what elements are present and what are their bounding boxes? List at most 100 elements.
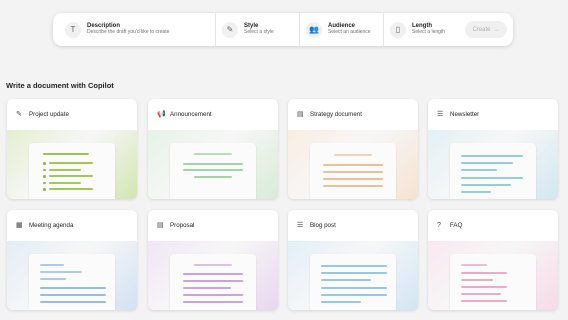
card-title: Strategy document — [310, 111, 362, 118]
text-line — [183, 280, 243, 282]
text-line — [40, 287, 106, 289]
text-line — [49, 188, 93, 191]
text-line — [461, 177, 523, 179]
text-line — [194, 176, 232, 178]
card-header: ✎ Project update — [7, 99, 137, 130]
text-line — [461, 162, 513, 164]
text-line — [461, 264, 487, 266]
card-title: Announcement — [170, 111, 212, 118]
template-card[interactable]: ✎ Project update — [7, 99, 137, 199]
card-header: ? FAQ — [428, 210, 558, 241]
template-card[interactable]: ☰ Blog post — [288, 210, 418, 310]
text-line — [40, 301, 106, 303]
text-line — [49, 162, 93, 165]
audience-hint: Select an audience — [328, 29, 371, 36]
document-preview — [450, 143, 536, 199]
document-preview — [450, 254, 536, 310]
bullet-dot — [43, 175, 46, 178]
template-card[interactable]: ☰ Newsletter — [428, 99, 558, 199]
card-header: ▤ Proposal — [148, 210, 278, 241]
text-line — [183, 301, 243, 303]
text-line — [321, 279, 371, 281]
edit-document-icon: ✎ — [16, 110, 22, 118]
text-line — [49, 181, 81, 184]
text-line — [461, 286, 507, 288]
text-line — [49, 168, 81, 171]
text-line — [183, 169, 243, 171]
bullet-dot — [43, 181, 46, 184]
text-line — [461, 155, 523, 157]
text-line — [40, 264, 64, 266]
card-header: 📢 Announcement — [148, 99, 278, 130]
create-button[interactable]: Create → — [465, 21, 507, 38]
text-icon: T — [65, 21, 81, 38]
arrow-right-icon: → — [493, 26, 500, 33]
card-header: ☰ Newsletter — [428, 99, 558, 130]
create-label: Create — [472, 26, 491, 33]
text-line — [323, 185, 383, 187]
document-preview — [170, 254, 256, 310]
text-line — [194, 264, 232, 266]
text-line — [461, 184, 511, 186]
lines-icon: ☰ — [297, 221, 304, 229]
length-hint: Select a length — [412, 29, 446, 36]
text-line — [40, 278, 66, 280]
audience-dropdown[interactable]: 👥 Audience Select an audience — [299, 13, 383, 46]
text-line — [43, 153, 89, 155]
text-line — [183, 163, 243, 165]
card-header: ☰ Blog post — [288, 210, 418, 241]
text-line — [461, 169, 497, 171]
text-line — [183, 273, 243, 275]
document-preview — [29, 254, 115, 310]
template-card[interactable]: ? FAQ — [428, 210, 558, 310]
text-line — [461, 272, 507, 274]
template-card[interactable]: ▤ Proposal — [148, 210, 278, 310]
agenda-icon: ▦ — [16, 221, 23, 229]
text-line — [461, 293, 501, 295]
description-hint: Describe the draft you'd like to create — [87, 29, 170, 36]
card-header: ▦ Meeting agenda — [7, 210, 137, 241]
text-line — [321, 265, 387, 267]
card-title: Project update — [29, 111, 69, 118]
card-header: ▤ Strategy document — [288, 99, 418, 130]
card-title: Proposal — [170, 222, 195, 229]
text-line — [323, 171, 383, 173]
text-line — [321, 301, 361, 303]
card-title: Newsletter — [450, 111, 480, 118]
bullet-dot — [43, 188, 46, 191]
document-icon: ▤ — [297, 110, 304, 118]
card-preview — [148, 130, 278, 199]
card-title: Meeting agenda — [29, 222, 74, 229]
text-line — [323, 164, 383, 166]
text-line — [40, 271, 82, 273]
text-line — [334, 154, 372, 156]
document-preview — [310, 254, 396, 310]
style-dropdown[interactable]: ✎ Style Select a style — [215, 13, 299, 46]
document-preview — [170, 143, 256, 199]
length-icon: ▯ — [390, 21, 406, 38]
description-field[interactable]: T Description Describe the draft you'd l… — [59, 13, 215, 46]
style-icon: ✎ — [222, 21, 238, 38]
audience-icon: 👥 — [306, 21, 322, 38]
template-card[interactable]: ▦ Meeting agenda — [7, 210, 137, 310]
prompt-bar: T Description Describe the draft you'd l… — [53, 13, 513, 46]
text-line — [49, 175, 93, 178]
text-line — [461, 279, 493, 281]
lines-icon: ☰ — [437, 110, 444, 118]
length-dropdown[interactable]: ▯ Length Select a length — [383, 13, 463, 46]
text-line — [321, 294, 387, 296]
text-line — [461, 300, 507, 302]
card-preview — [7, 130, 137, 199]
template-card[interactable]: ▤ Strategy document — [288, 99, 418, 199]
card-title: Blog post — [310, 222, 336, 229]
section-title: Write a document with Copilot — [6, 81, 114, 90]
card-preview — [428, 130, 558, 199]
text-line — [194, 153, 232, 155]
template-card[interactable]: 📢 Announcement — [148, 99, 278, 199]
bullet-dot — [43, 168, 46, 171]
text-line — [183, 294, 243, 296]
card-preview — [148, 241, 278, 310]
card-preview — [7, 241, 137, 310]
card-preview — [288, 241, 418, 310]
text-line — [321, 272, 387, 274]
